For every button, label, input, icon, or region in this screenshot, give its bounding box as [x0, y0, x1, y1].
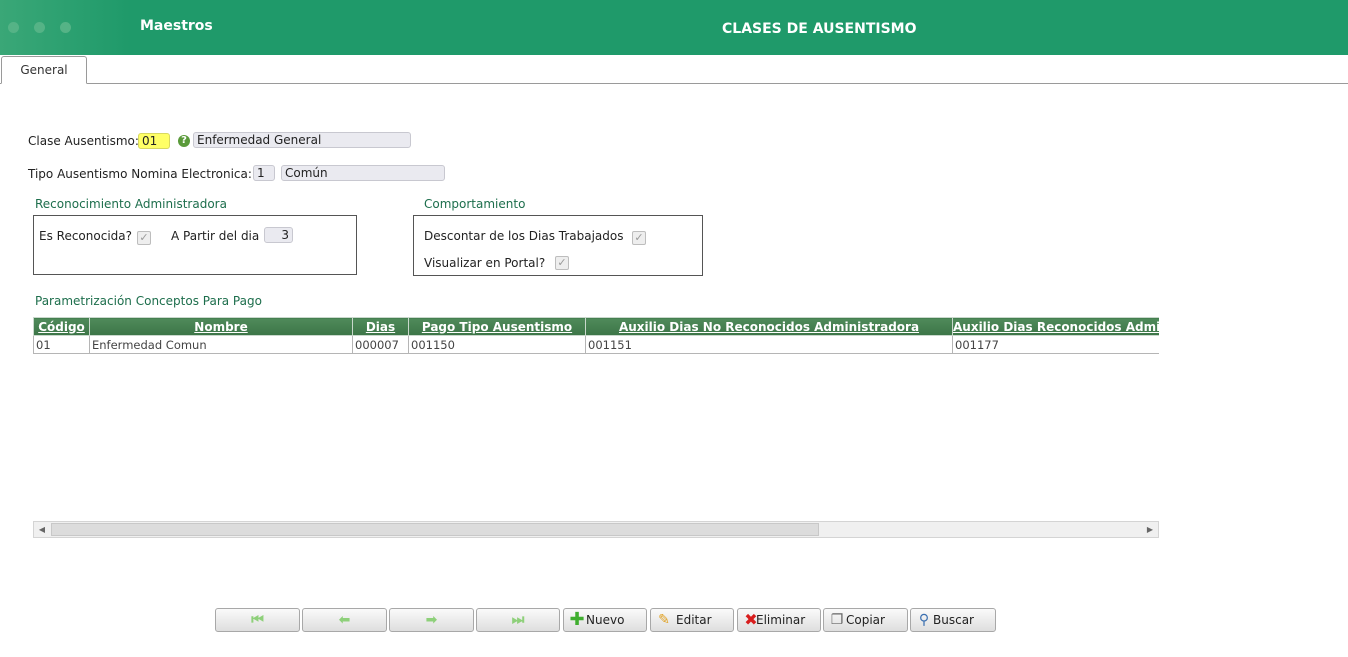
- reconocimiento-title: Reconocimiento Administradora: [35, 197, 227, 211]
- a-partir-label: A Partir del dia: [171, 229, 260, 243]
- visualizar-label: Visualizar en Portal?: [424, 256, 546, 270]
- first-record-icon: ⏮: [251, 612, 264, 628]
- comportamiento-title: Comportamiento: [424, 197, 526, 211]
- descontar-checkbox[interactable]: ✓: [632, 231, 646, 245]
- eliminar-label: Eliminar: [756, 613, 806, 627]
- check-icon: ✓: [557, 256, 567, 269]
- reconocimiento-box: Es Reconocida? ✓ A Partir del dia 3: [33, 215, 357, 275]
- horizontal-scrollbar[interactable]: ◀ ▶: [33, 521, 1159, 538]
- first-record-button[interactable]: ⏮: [215, 608, 300, 632]
- last-record-icon: ⏭: [511, 612, 525, 628]
- window-dot[interactable]: [60, 22, 71, 33]
- nuevo-button[interactable]: ✚ Nuevo: [563, 608, 647, 632]
- col-header-auxilio-no-reconocidos[interactable]: Auxilio Dias No Reconocidos Administrado…: [585, 317, 953, 336]
- buscar-button[interactable]: ⚲ Buscar: [910, 608, 996, 632]
- copiar-label: Copiar: [846, 613, 885, 627]
- tab-bar: General: [0, 55, 1348, 84]
- plus-icon: ✚: [569, 609, 585, 630]
- copy-icon: ❐: [830, 612, 844, 628]
- editar-label: Editar: [676, 613, 712, 627]
- a-partir-field[interactable]: 3: [264, 227, 293, 243]
- app-title: Maestros: [140, 18, 213, 34]
- check-icon: ✓: [634, 231, 644, 244]
- clase-ausentismo-label: Clase Ausentismo:: [28, 134, 139, 148]
- col-header-pago-tipo[interactable]: Pago Tipo Ausentismo: [408, 317, 586, 336]
- editar-button[interactable]: ✎ Editar: [650, 608, 734, 632]
- cell-auxilio-reconocidos: 001177: [952, 335, 1159, 354]
- previous-record-button[interactable]: ⬅: [302, 608, 387, 632]
- cell-dias: 000007: [352, 335, 409, 354]
- cell-codigo: 01: [33, 335, 90, 354]
- eliminar-button[interactable]: ✖ Eliminar: [737, 608, 821, 632]
- col-header-dias[interactable]: Dias: [352, 317, 409, 336]
- scroll-thumb[interactable]: [51, 523, 819, 536]
- conceptos-grid: Código Nombre Dias Pago Tipo Ausentismo …: [33, 317, 1159, 354]
- col-header-codigo[interactable]: Código: [33, 317, 90, 336]
- copiar-button[interactable]: ❐ Copiar: [823, 608, 908, 632]
- window-dot[interactable]: [34, 22, 45, 33]
- app-header: Maestros CLASES DE AUSENTISMO: [0, 0, 1348, 55]
- tipo-desc-field[interactable]: Común: [281, 165, 445, 181]
- next-record-icon: ➡: [425, 612, 438, 628]
- help-icon[interactable]: ?: [178, 135, 190, 147]
- window-dot[interactable]: [8, 22, 19, 33]
- pencil-icon: ✎: [658, 612, 670, 628]
- tipo-code-field[interactable]: 1: [253, 165, 275, 181]
- last-record-button[interactable]: ⏭: [476, 608, 560, 632]
- check-icon: ✓: [139, 231, 149, 244]
- table-row[interactable]: 01 Enfermedad Comun 000007 001150 001151…: [33, 335, 1159, 354]
- previous-record-icon: ⬅: [338, 612, 351, 628]
- cell-nombre: Enfermedad Comun: [89, 335, 353, 354]
- search-icon: ⚲: [918, 612, 930, 628]
- visualizar-checkbox[interactable]: ✓: [555, 256, 569, 270]
- nuevo-label: Nuevo: [586, 613, 625, 627]
- scroll-right-icon[interactable]: ▶: [1142, 522, 1158, 537]
- col-header-auxilio-reconocidos[interactable]: Auxilio Dias Reconocidos Administradora: [952, 317, 1159, 336]
- buscar-label: Buscar: [933, 613, 974, 627]
- descontar-label: Descontar de los Dias Trabajados: [424, 229, 624, 243]
- cell-auxilio-no-reconocidos: 001151: [585, 335, 953, 354]
- window-controls: [0, 0, 130, 55]
- clase-code-field[interactable]: 01: [138, 133, 170, 149]
- scroll-left-icon[interactable]: ◀: [34, 522, 50, 537]
- grid-header-row: Código Nombre Dias Pago Tipo Ausentismo …: [33, 317, 1159, 336]
- tipo-ausentismo-label: Tipo Ausentismo Nomina Electronica:: [28, 167, 252, 181]
- col-header-nombre[interactable]: Nombre: [89, 317, 353, 336]
- tab-general[interactable]: General: [1, 56, 87, 84]
- es-reconocida-checkbox[interactable]: ✓: [137, 231, 151, 245]
- clase-desc-field[interactable]: Enfermedad General: [193, 132, 411, 148]
- page-title: CLASES DE AUSENTISMO: [722, 21, 917, 37]
- next-record-button[interactable]: ➡: [389, 608, 474, 632]
- es-reconocida-label: Es Reconocida?: [39, 229, 132, 243]
- comportamiento-box: Descontar de los Dias Trabajados ✓ Visua…: [413, 215, 703, 276]
- conceptos-title: Parametrización Conceptos Para Pago: [35, 294, 262, 308]
- cell-pago-tipo: 001150: [408, 335, 586, 354]
